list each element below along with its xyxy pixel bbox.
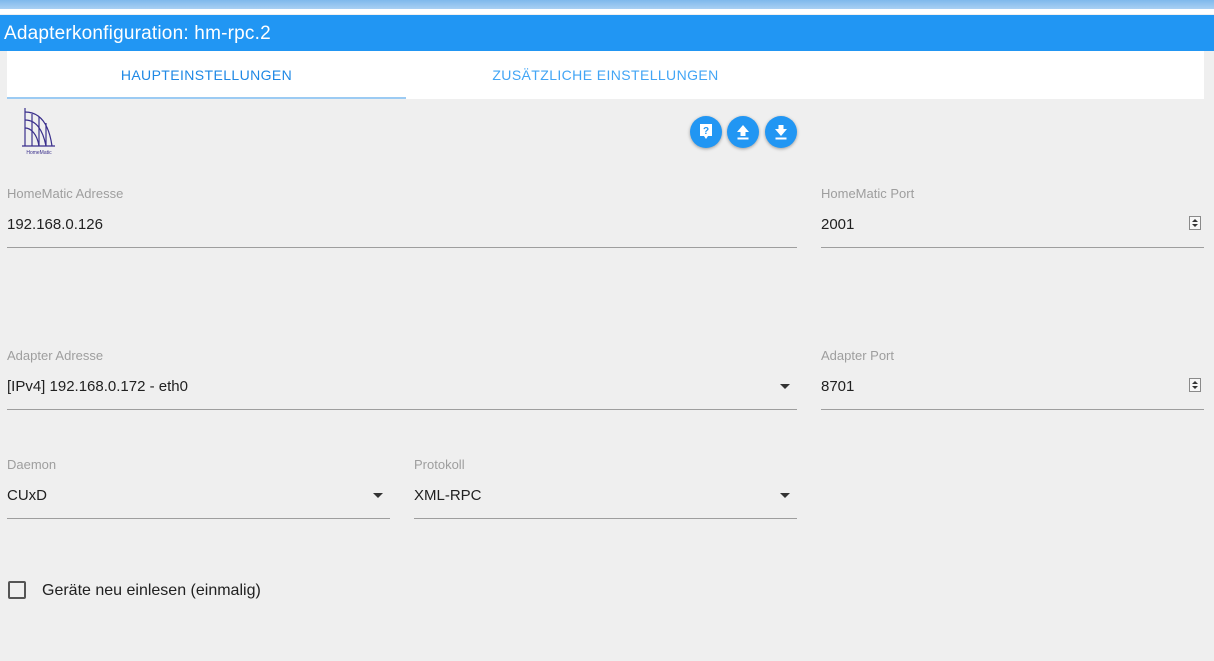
homematic-port-input[interactable]: 2001 <box>821 216 854 233</box>
adapter-port-label: Adapter Port <box>821 348 894 363</box>
adapter-address-select[interactable]: [IPv4] 192.168.0.172 - eth0 <box>7 378 188 395</box>
reread-devices-checkbox[interactable] <box>8 581 26 599</box>
protocol-label: Protokoll <box>414 457 465 472</box>
download-icon <box>775 125 787 140</box>
active-tab-indicator <box>7 97 406 99</box>
reread-devices-label[interactable]: Geräte neu einlesen (einmalig) <box>42 582 261 600</box>
adapter-address-underline <box>7 409 797 410</box>
homematic-port-underline <box>821 247 1204 248</box>
help-icon: ? <box>700 124 712 139</box>
svg-text:?: ? <box>703 126 709 137</box>
download-button[interactable] <box>765 116 797 148</box>
homematic-port-stepper[interactable] <box>1189 216 1201 230</box>
homematic-logo-icon: HomeMatic <box>18 106 60 158</box>
daemon-select[interactable]: CUxD <box>7 487 47 504</box>
homematic-port-label: HomeMatic Port <box>821 186 915 201</box>
protocol-select[interactable]: XML-RPC <box>414 487 482 504</box>
top-strip <box>0 0 1214 14</box>
upload-button[interactable] <box>727 116 759 148</box>
homematic-address-input[interactable]: 192.168.0.126 <box>7 216 103 233</box>
window-title: Adapterkonfiguration: hm-rpc.2 <box>0 15 1214 51</box>
tab-bar: HAUPTEINSTELLUNGEN ZUSÄTZLICHE EINSTELLU… <box>7 51 1204 99</box>
adapter-address-label: Adapter Adresse <box>7 348 104 363</box>
daemon-label: Daemon <box>7 457 57 472</box>
chevron-down-icon[interactable] <box>780 384 790 389</box>
adapter-port-stepper[interactable] <box>1189 378 1201 392</box>
daemon-underline <box>7 518 390 519</box>
chevron-down-icon[interactable] <box>373 493 383 498</box>
chevron-down-icon[interactable] <box>780 493 790 498</box>
tab-main-settings[interactable]: HAUPTEINSTELLUNGEN <box>7 51 406 99</box>
protocol-underline <box>414 518 797 519</box>
adapter-port-underline <box>821 409 1204 410</box>
adapter-port-input[interactable]: 8701 <box>821 378 854 395</box>
upload-icon <box>737 125 749 140</box>
top-bar <box>0 0 1214 9</box>
logo-text: HomeMatic <box>26 150 52 156</box>
help-button[interactable]: ? <box>690 116 722 148</box>
homematic-address-underline <box>7 247 797 248</box>
tab-additional-settings[interactable]: ZUSÄTZLICHE EINSTELLUNGEN <box>406 51 805 99</box>
homematic-address-label: HomeMatic Adresse <box>7 186 124 201</box>
